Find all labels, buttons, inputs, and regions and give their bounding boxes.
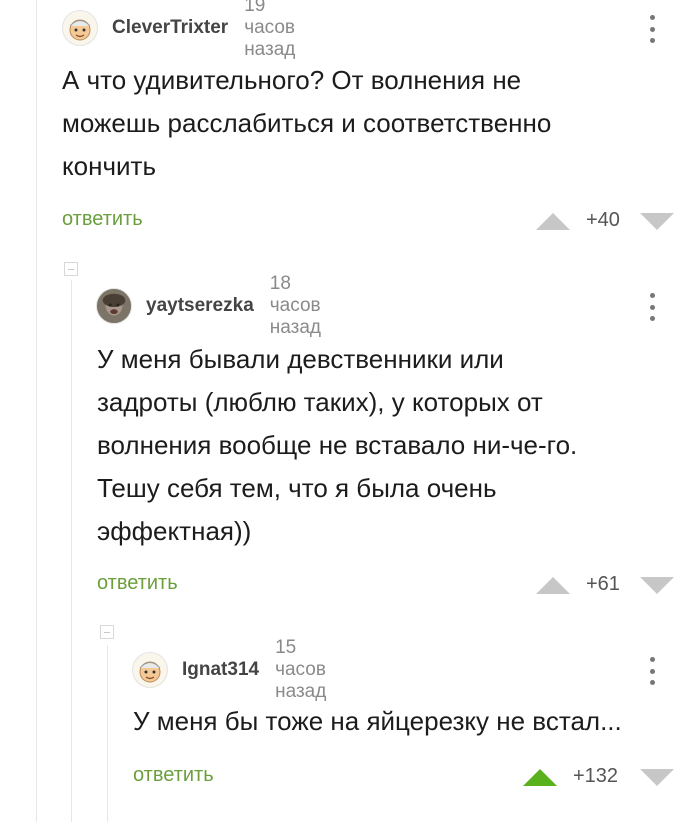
user-avatar[interactable] xyxy=(132,652,168,688)
comment-text: У меня бы тоже на яйцерезку не встал... xyxy=(133,706,622,736)
collapse-thread-button[interactable] xyxy=(64,262,78,276)
more-options-icon[interactable] xyxy=(640,290,664,324)
username[interactable]: Ignat314 xyxy=(182,659,259,681)
upvote-icon[interactable] xyxy=(536,577,570,594)
collapse-thread-button[interactable] xyxy=(100,625,114,639)
downvote-icon[interactable] xyxy=(640,213,674,230)
username[interactable]: yaytserezka xyxy=(146,295,254,317)
downvote-icon[interactable] xyxy=(640,577,674,594)
comment-text: А что удивительного? От волнения не може… xyxy=(62,65,552,181)
reply-button[interactable]: ответить xyxy=(97,572,178,595)
user-avatar[interactable] xyxy=(96,288,132,324)
comment-time: 18 часов назад xyxy=(269,273,321,338)
upvote-icon[interactable] xyxy=(536,213,570,230)
username[interactable]: CleverTrixter xyxy=(112,17,228,39)
thread-line xyxy=(71,280,72,822)
comment-time: 19 часов назад xyxy=(244,0,296,60)
more-options-icon[interactable] xyxy=(640,12,664,46)
thread-line xyxy=(107,645,108,822)
rating-score: +61 xyxy=(586,573,620,595)
rating-score: +132 xyxy=(573,765,619,787)
downvote-icon[interactable] xyxy=(640,769,674,786)
comment-text: У меня бывали девственники или задроты (… xyxy=(97,344,578,546)
reply-button[interactable]: ответить xyxy=(133,764,214,787)
photo-avatar-icon xyxy=(97,289,131,323)
cartoon-face-icon xyxy=(69,19,91,41)
comment-time: 15 часов назад xyxy=(275,637,327,702)
cartoon-face-icon xyxy=(139,661,161,683)
upvote-icon[interactable] xyxy=(523,769,557,786)
thread-line xyxy=(36,0,37,822)
reply-button[interactable]: ответить xyxy=(62,208,143,231)
user-avatar[interactable] xyxy=(62,10,98,46)
rating-score: +40 xyxy=(586,209,620,231)
more-options-icon[interactable] xyxy=(640,654,664,688)
